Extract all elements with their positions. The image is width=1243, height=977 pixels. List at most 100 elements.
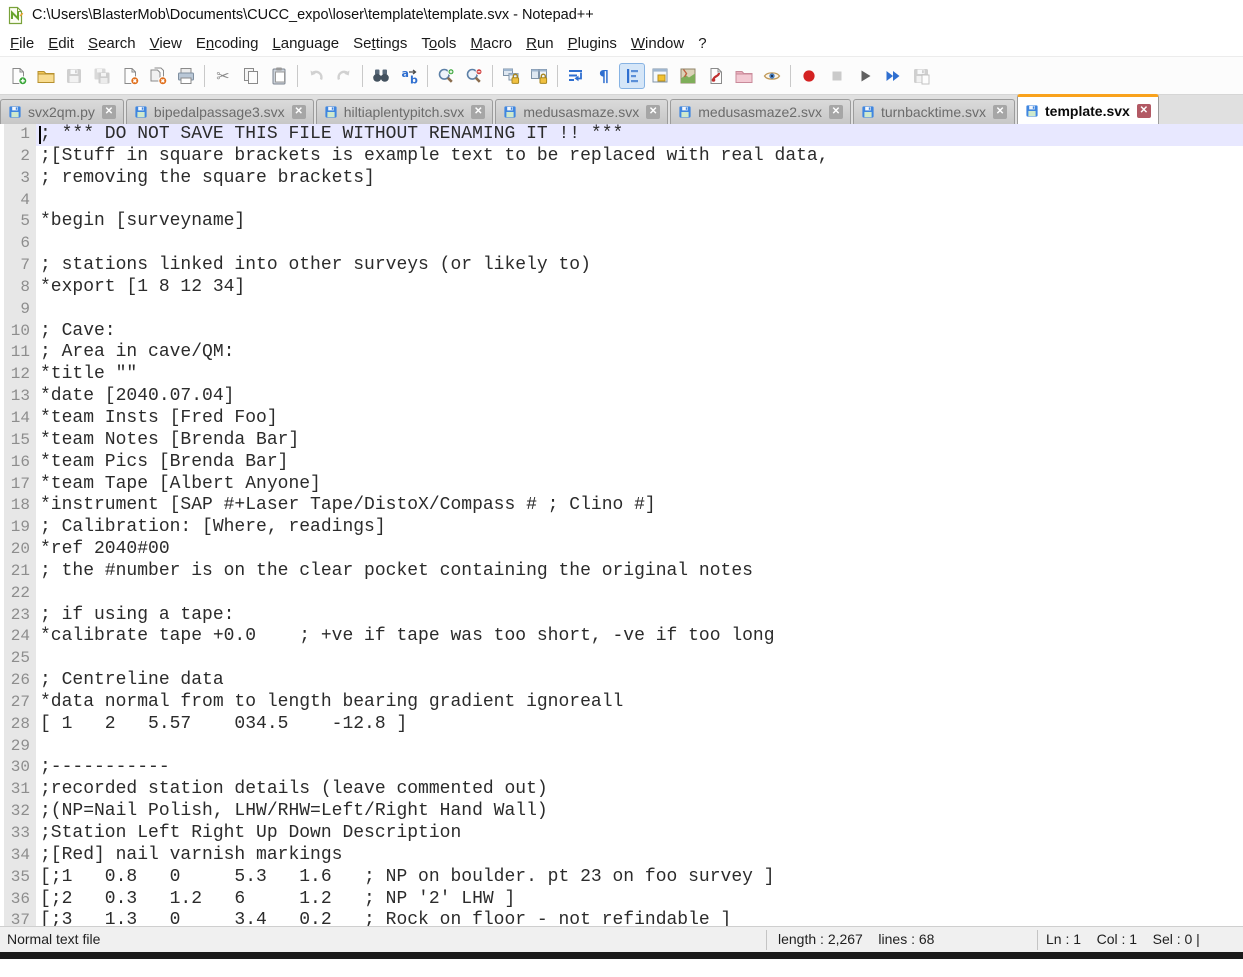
editor-line[interactable]: 28[ 1 2 5.57 034.5 -12.8 ]	[0, 714, 1243, 736]
sync-horizontal-scroll-icon[interactable]	[526, 63, 552, 89]
tab-medusasmaze-svx[interactable]: medusasmaze.svx✕	[495, 99, 668, 124]
play-macro-icon[interactable]	[852, 63, 878, 89]
editor-line[interactable]: 30;-----------	[0, 757, 1243, 779]
line-text: *calibrate tape +0.0 ; +ve if tape was t…	[36, 626, 1243, 648]
replace-icon[interactable]: ab	[396, 63, 422, 89]
menu-window[interactable]: Window	[624, 33, 691, 54]
editor-line[interactable]: 23; if using a tape:	[0, 605, 1243, 627]
editor-line[interactable]: 8*export [1 8 12 34]	[0, 277, 1243, 299]
editor-line[interactable]: 1; *** DO NOT SAVE THIS FILE WITHOUT REN…	[0, 124, 1243, 146]
editor-line[interactable]: 10; Cave:	[0, 321, 1243, 343]
tab-close-icon[interactable]: ✕	[829, 105, 843, 119]
editor-line[interactable]: 22	[0, 583, 1243, 605]
editor-line[interactable]: 24*calibrate tape +0.0 ; +ve if tape was…	[0, 626, 1243, 648]
tab-close-icon[interactable]: ✕	[646, 105, 660, 119]
editor-line[interactable]: 36[;2 0.3 1.2 6 1.2 ; NP '2' LHW ]	[0, 889, 1243, 911]
editor-line[interactable]: 19; Calibration: [Where, readings]	[0, 517, 1243, 539]
tab-template-svx[interactable]: template.svx✕	[1017, 94, 1159, 124]
document-switcher-icon[interactable]	[703, 63, 729, 89]
menu-file[interactable]: File	[3, 33, 41, 54]
tab-close-icon[interactable]: ✕	[102, 105, 116, 119]
menu-help[interactable]: ?	[691, 33, 713, 54]
editor-line[interactable]: 13*date [2040.07.04]	[0, 386, 1243, 408]
editor-line[interactable]: 15*team Notes [Brenda Bar]	[0, 430, 1243, 452]
tab-close-icon[interactable]: ✕	[993, 105, 1007, 119]
editor-line[interactable]: 12*title ""	[0, 364, 1243, 386]
indent-guide-icon[interactable]	[619, 63, 645, 89]
editor-line[interactable]: 34;[Red] nail varnish markings	[0, 845, 1243, 867]
document-map-icon[interactable]	[675, 63, 701, 89]
editor-line[interactable]: 26; Centreline data	[0, 670, 1243, 692]
editor-line[interactable]: 20*ref 2040#00	[0, 539, 1243, 561]
tab-bipedalpassage3-svx[interactable]: bipedalpassage3.svx✕	[126, 99, 314, 124]
zoom-out-icon[interactable]	[461, 63, 487, 89]
editor-line[interactable]: 35[;1 0.8 0 5.3 1.6 ; NP on boulder. pt …	[0, 867, 1243, 889]
save-icon	[61, 63, 87, 89]
line-text	[36, 648, 1243, 670]
text-editor[interactable]: 1; *** DO NOT SAVE THIS FILE WITHOUT REN…	[0, 124, 1243, 926]
editor-line[interactable]: 5*begin [surveyname]	[0, 211, 1243, 233]
menu-language[interactable]: Language	[265, 33, 346, 54]
editor-line[interactable]: 4	[0, 190, 1243, 212]
show-all-characters-icon[interactable]: ¶	[591, 63, 617, 89]
editor-line[interactable]: 14*team Insts [Fred Foo]	[0, 408, 1243, 430]
print-icon[interactable]	[173, 63, 199, 89]
editor-line[interactable]: 3; removing the square brackets]	[0, 168, 1243, 190]
editor-line[interactable]: 21; the #number is on the clear pocket c…	[0, 561, 1243, 583]
undo-icon	[303, 63, 329, 89]
editor-line[interactable]: 31;recorded station details (leave comme…	[0, 779, 1243, 801]
new-file-icon[interactable]	[5, 63, 31, 89]
menu-view[interactable]: View	[143, 33, 189, 54]
paste-icon[interactable]	[266, 63, 292, 89]
notepadpp-icon[interactable]	[6, 6, 25, 25]
editor-line[interactable]: 7; stations linked into other surveys (o…	[0, 255, 1243, 277]
cut-icon[interactable]: ✂	[210, 63, 236, 89]
line-text: ; removing the square brackets]	[36, 168, 1243, 190]
zoom-in-icon[interactable]	[433, 63, 459, 89]
monitoring-icon[interactable]	[759, 63, 785, 89]
editor-line[interactable]: 17*team Tape [Albert Anyone]	[0, 474, 1243, 496]
editor-line[interactable]: 9	[0, 299, 1243, 321]
sync-vertical-scroll-icon[interactable]	[498, 63, 524, 89]
tab-close-icon[interactable]: ✕	[471, 105, 485, 119]
editor-line[interactable]: 25	[0, 648, 1243, 670]
menu-search[interactable]: Search	[81, 33, 143, 54]
tab-medusasmaze2-svx[interactable]: medusasmaze2.svx✕	[670, 99, 851, 124]
editor-line[interactable]: 27*data normal from to length bearing gr…	[0, 692, 1243, 714]
tab-close-icon[interactable]: ✕	[292, 105, 306, 119]
menu-plugins[interactable]: Plugins	[561, 33, 624, 54]
tab-svx2qm-py[interactable]: svx2qm.py✕	[0, 99, 124, 124]
open-file-icon[interactable]	[33, 63, 59, 89]
editor-line[interactable]: 29	[0, 736, 1243, 758]
line-number: 30	[4, 757, 36, 779]
find-icon[interactable]	[368, 63, 394, 89]
editor-line[interactable]: 18*instrument [SAP #+Laser Tape/DistoX/C…	[0, 495, 1243, 517]
editor-line[interactable]: 37[;3 1.3 0 3.4 0.2 ; Rock on floor - no…	[0, 910, 1243, 926]
editor-line[interactable]: 2;[Stuff in square brackets is example t…	[0, 146, 1243, 168]
menu-macro[interactable]: Macro	[463, 33, 519, 54]
function-list-icon[interactable]	[647, 63, 673, 89]
editor-line[interactable]: 6	[0, 233, 1243, 255]
tab-turnbacktime-svx[interactable]: turnbacktime.svx✕	[853, 99, 1015, 124]
editor-line[interactable]: 33;Station Left Right Up Down Descriptio…	[0, 823, 1243, 845]
line-text: ; *** DO NOT SAVE THIS FILE WITHOUT RENA…	[36, 124, 1243, 146]
word-wrap-icon[interactable]	[563, 63, 589, 89]
tab-close-icon[interactable]: ✕	[1137, 104, 1151, 118]
close-icon[interactable]	[117, 63, 143, 89]
tab-hiltiaplentypitch-svx[interactable]: hiltiaplentypitch.svx✕	[316, 99, 494, 124]
copy-icon[interactable]	[238, 63, 264, 89]
menu-run[interactable]: Run	[519, 33, 561, 54]
line-number: 1	[4, 124, 36, 146]
folder-as-workspace-icon[interactable]	[731, 63, 757, 89]
record-macro-icon[interactable]	[796, 63, 822, 89]
menu-settings[interactable]: Settings	[346, 33, 414, 54]
editor-line[interactable]: 16*team Pics [Brenda Bar]	[0, 452, 1243, 474]
line-text: ; Cave:	[36, 321, 1243, 343]
run-macro-multiple-icon[interactable]	[880, 63, 906, 89]
menu-tools[interactable]: Tools	[414, 33, 463, 54]
editor-line[interactable]: 11; Area in cave/QM:	[0, 342, 1243, 364]
menu-edit[interactable]: Edit	[41, 33, 81, 54]
editor-line[interactable]: 32;(NP=Nail Polish, LHW/RHW=Left/Right H…	[0, 801, 1243, 823]
close-all-icon[interactable]	[145, 63, 171, 89]
menu-encoding[interactable]: Encoding	[189, 33, 266, 54]
